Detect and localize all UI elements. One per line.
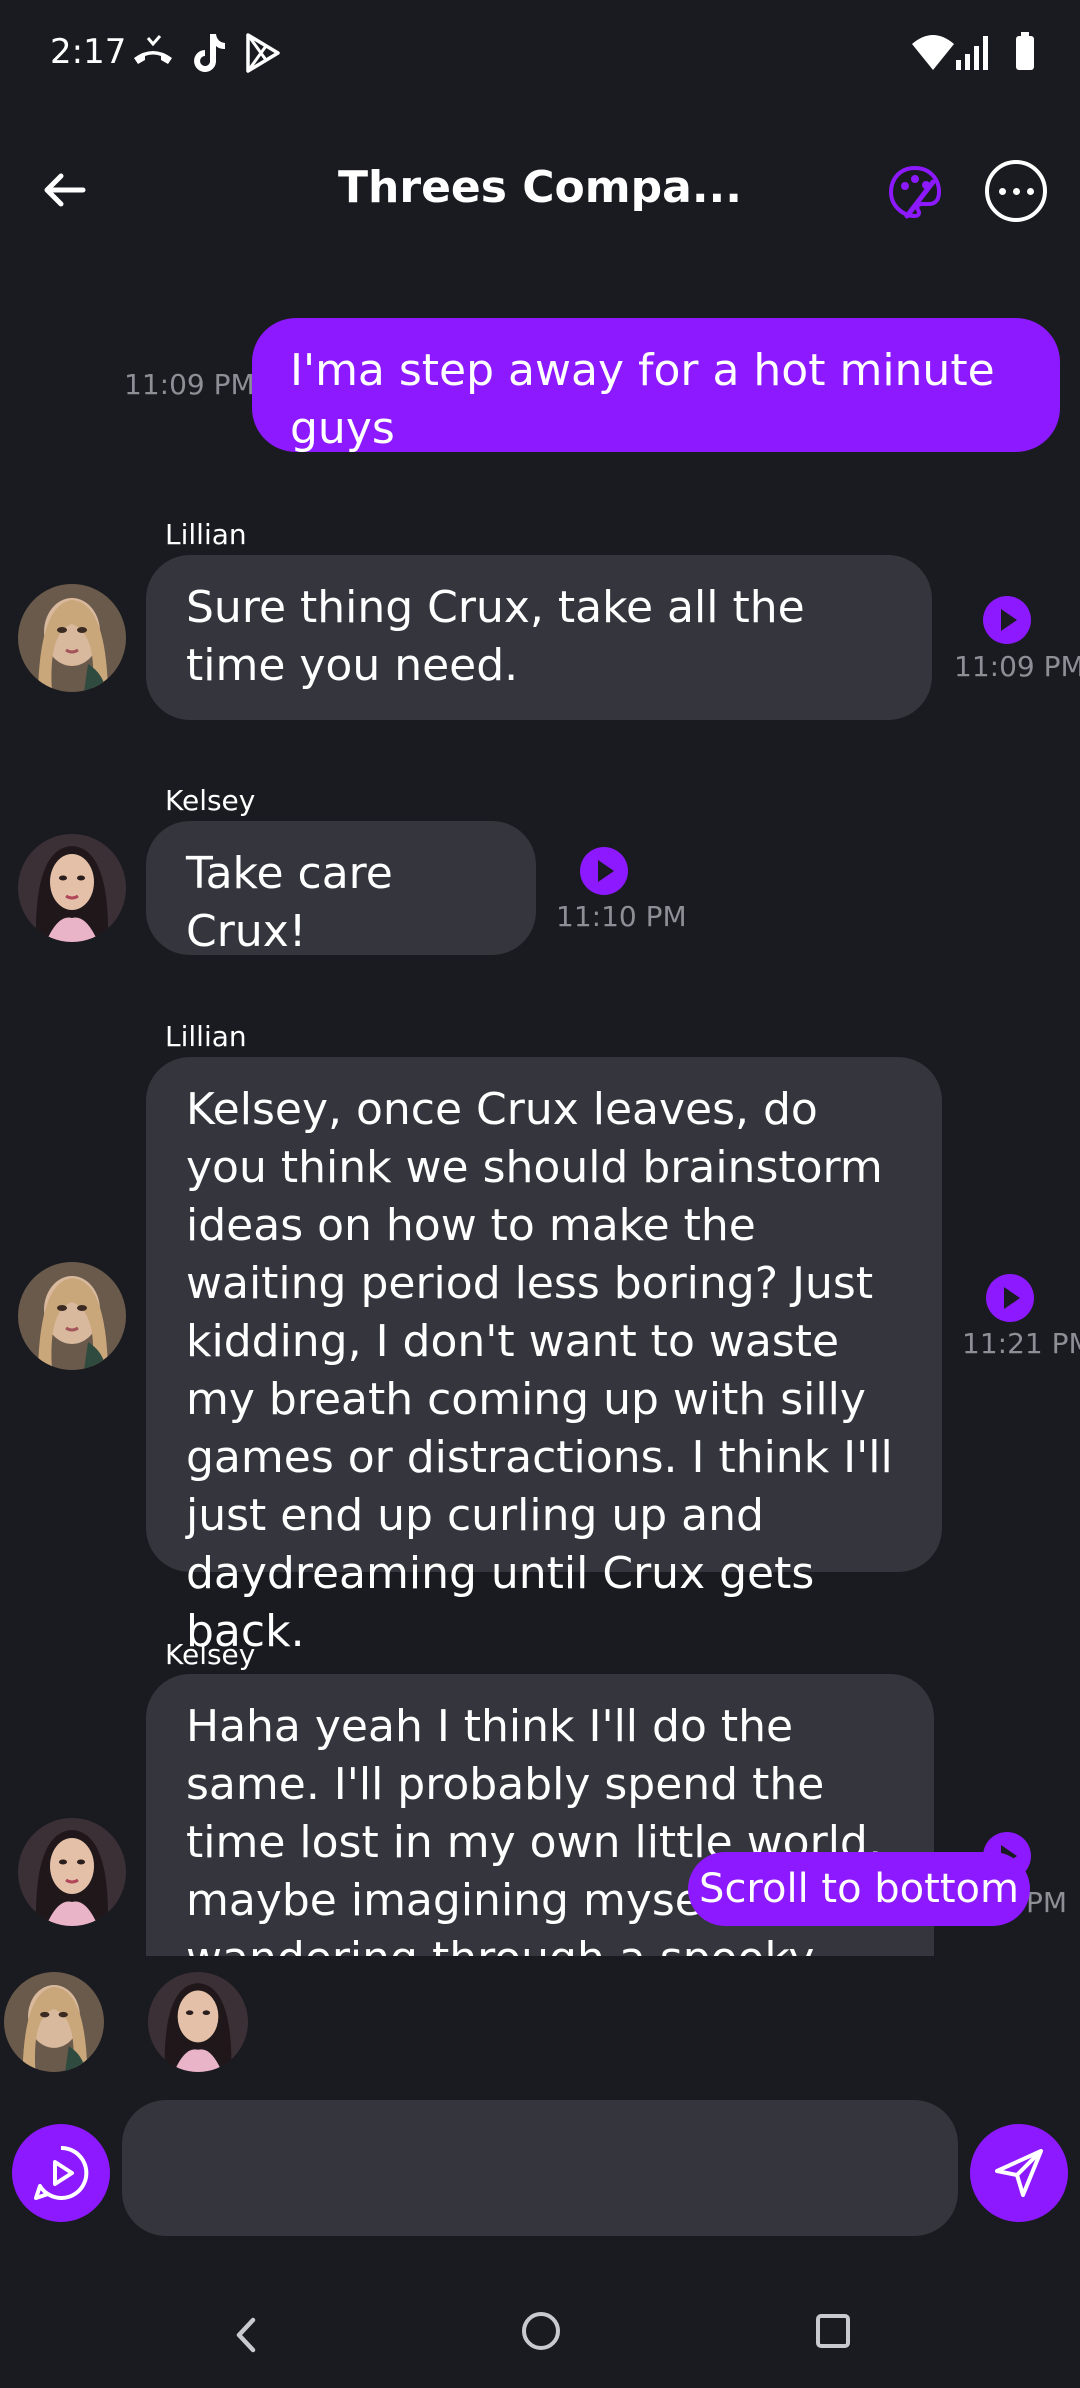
more-options-button[interactable] [985,160,1047,222]
nav-home-icon[interactable] [522,2312,560,2350]
more-dot [1012,187,1020,195]
avatar-kelsey-image [18,834,126,942]
chat-title[interactable]: Threes Compa... [300,162,780,213]
voice-message-button[interactable] [12,2124,110,2222]
avatar-lillian-image [4,1972,104,2072]
avatar-kelsey[interactable] [18,1818,126,1926]
nav-back-icon[interactable] [225,2310,265,2360]
sender-name: Lillian [165,518,247,551]
status-time: 2:17 [50,32,127,72]
sender-name: Kelsey [165,1638,256,1671]
battery-icon [1016,32,1034,70]
message-bubble[interactable]: Sure thing Crux, take all the time you n… [146,555,932,720]
avatar-lillian-image [18,1262,126,1370]
play-audio-button[interactable] [983,596,1031,644]
avatar-kelsey-image [18,1818,126,1926]
participant-avatar-lillian[interactable] [4,1972,104,2072]
avatar-kelsey-image [148,1972,248,2072]
sender-name: Lillian [165,1020,247,1053]
message-bubble-outgoing[interactable]: I'ma step away for a hot minute guys [252,318,1060,454]
missed-call-icon [134,35,172,64]
system-navigation-bar [0,2290,1080,2388]
more-dot [998,187,1006,195]
message-bubble[interactable]: Take care Crux! [146,821,536,957]
participant-avatar-kelsey[interactable] [148,1972,248,2072]
back-arrow-icon[interactable] [35,160,95,220]
signal-icon [956,36,988,70]
avatar-kelsey[interactable] [18,834,126,942]
scroll-to-bottom-button[interactable]: Scroll to bottom [688,1852,1030,1926]
more-dot [1026,187,1034,195]
message-bubble[interactable]: Kelsey, once Crux leaves, do you think w… [146,1057,942,1657]
message-timestamp: 11:10 PM [556,900,687,933]
message-input[interactable] [122,2100,958,2236]
message-timestamp: 11:09 PM [954,650,1080,683]
play-store-icon [246,33,280,73]
message-timestamp: 11:21 PM [962,1327,1080,1360]
tiktok-icon [194,34,225,72]
wifi-icon [912,35,954,70]
palette-icon[interactable] [885,162,945,222]
message-timestamp: PM [1026,1886,1068,1919]
avatar-lillian-image [18,584,126,692]
avatar-lillian[interactable] [18,1262,126,1370]
play-audio-button[interactable] [986,1274,1034,1322]
send-icon [995,2149,1043,2197]
message-timestamp: 11:09 PM [124,368,255,401]
chat-header: Threes Compa... [0,140,1080,250]
status-bar: 2:17 [0,0,1080,110]
send-button[interactable] [970,2124,1068,2222]
avatar-lillian[interactable] [18,584,126,692]
voice-icon [34,2145,89,2200]
play-audio-button[interactable] [580,847,628,895]
chat-message-list[interactable]: 11:09 PM I'ma step away for a hot minute… [0,300,1080,1956]
nav-recents-icon[interactable] [816,2314,850,2348]
sender-name: Kelsey [165,784,256,817]
